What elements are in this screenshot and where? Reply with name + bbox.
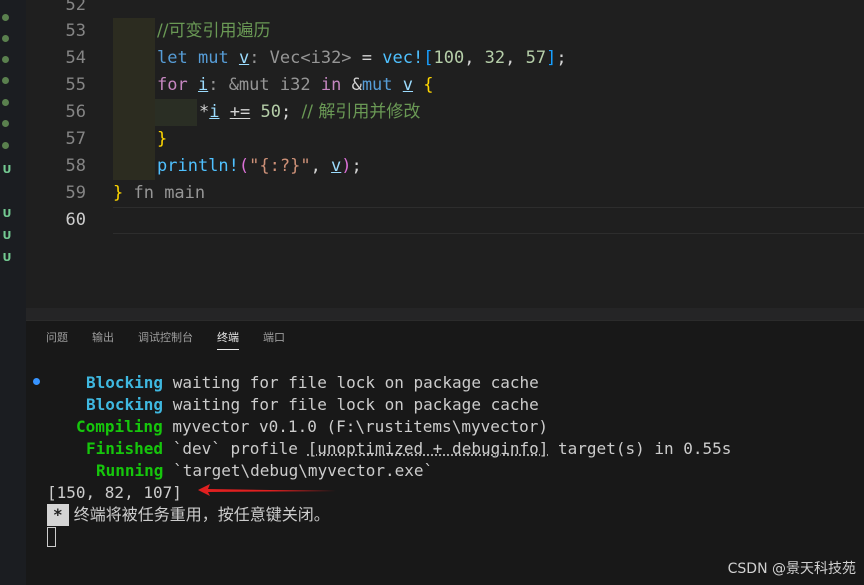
terminal-line: Blocking waiting for file lock on packag… [86,373,539,392]
tab-output[interactable]: 输出 [92,330,114,350]
line-number: 59 [65,183,86,203]
indent-guide [113,18,155,180]
command-decoration-icon[interactable] [33,378,40,385]
untracked-mark: U [2,251,12,264]
scm-dot-icon [2,120,9,127]
scm-dot-icon [2,35,9,42]
panel-tabs: 问题 输出 调试控制台 终端 端口 [46,330,309,350]
current-line-highlight [113,207,864,234]
line-number: 52 [65,0,86,15]
line-number: 57 [65,129,86,149]
indent-guide [155,99,197,126]
line-number-active: 60 [65,210,86,230]
code-line-56[interactable]: *i += 50; // 解引用并修改 [199,99,420,126]
code-line-59[interactable]: } fn main [113,180,205,207]
code-line-53[interactable]: //可变引用遍历 [157,18,270,45]
program-output: [150, 82, 107] [47,483,182,502]
line-number: 58 [65,156,86,176]
line-number: 53 [65,21,86,41]
code-line-55[interactable]: for i: &mut i32 in &mut v { [157,72,434,99]
tab-terminal[interactable]: 终端 [217,330,239,350]
tab-debug-console[interactable]: 调试控制台 [138,330,193,350]
scm-dot-icon [2,142,9,149]
untracked-mark: U [2,163,12,176]
terminal-line: Finished `dev` profile [unoptimized + de… [86,439,732,458]
untracked-mark: U [2,229,12,242]
editor-panel-sash[interactable] [26,308,864,320]
scm-dot-icon [2,56,9,63]
red-arrow-annotation-icon [198,484,336,496]
tab-ports[interactable]: 端口 [263,330,285,350]
terminal-notice: * 终端将被任务重用，按任意键关闭。 [47,504,330,526]
line-number: 54 [65,48,86,68]
code-line-54[interactable]: let mut v: Vec<i32> = vec![100, 32, 57]; [157,45,567,72]
terminal-line: Compiling myvector v0.1.0 (F:\rustitems\… [76,417,549,436]
code-line-57[interactable]: } [157,126,167,153]
terminal-line: Blocking waiting for file lock on packag… [86,395,539,414]
line-number: 56 [65,102,86,122]
terminal-line: Running `target\debug\myvector.exe` [96,461,434,480]
explorer-gutter [0,0,26,585]
untracked-mark: U [2,207,12,220]
scm-dot-icon [2,14,9,21]
scm-dot-icon [2,99,9,106]
code-line-58[interactable]: println!("{:?}", v); [157,153,362,180]
line-number: 55 [65,75,86,95]
tab-problems[interactable]: 问题 [46,330,68,350]
terminal-cursor [47,527,56,547]
watermark: CSDN @景天科技苑 [727,561,856,577]
scm-dot-icon [2,77,9,84]
